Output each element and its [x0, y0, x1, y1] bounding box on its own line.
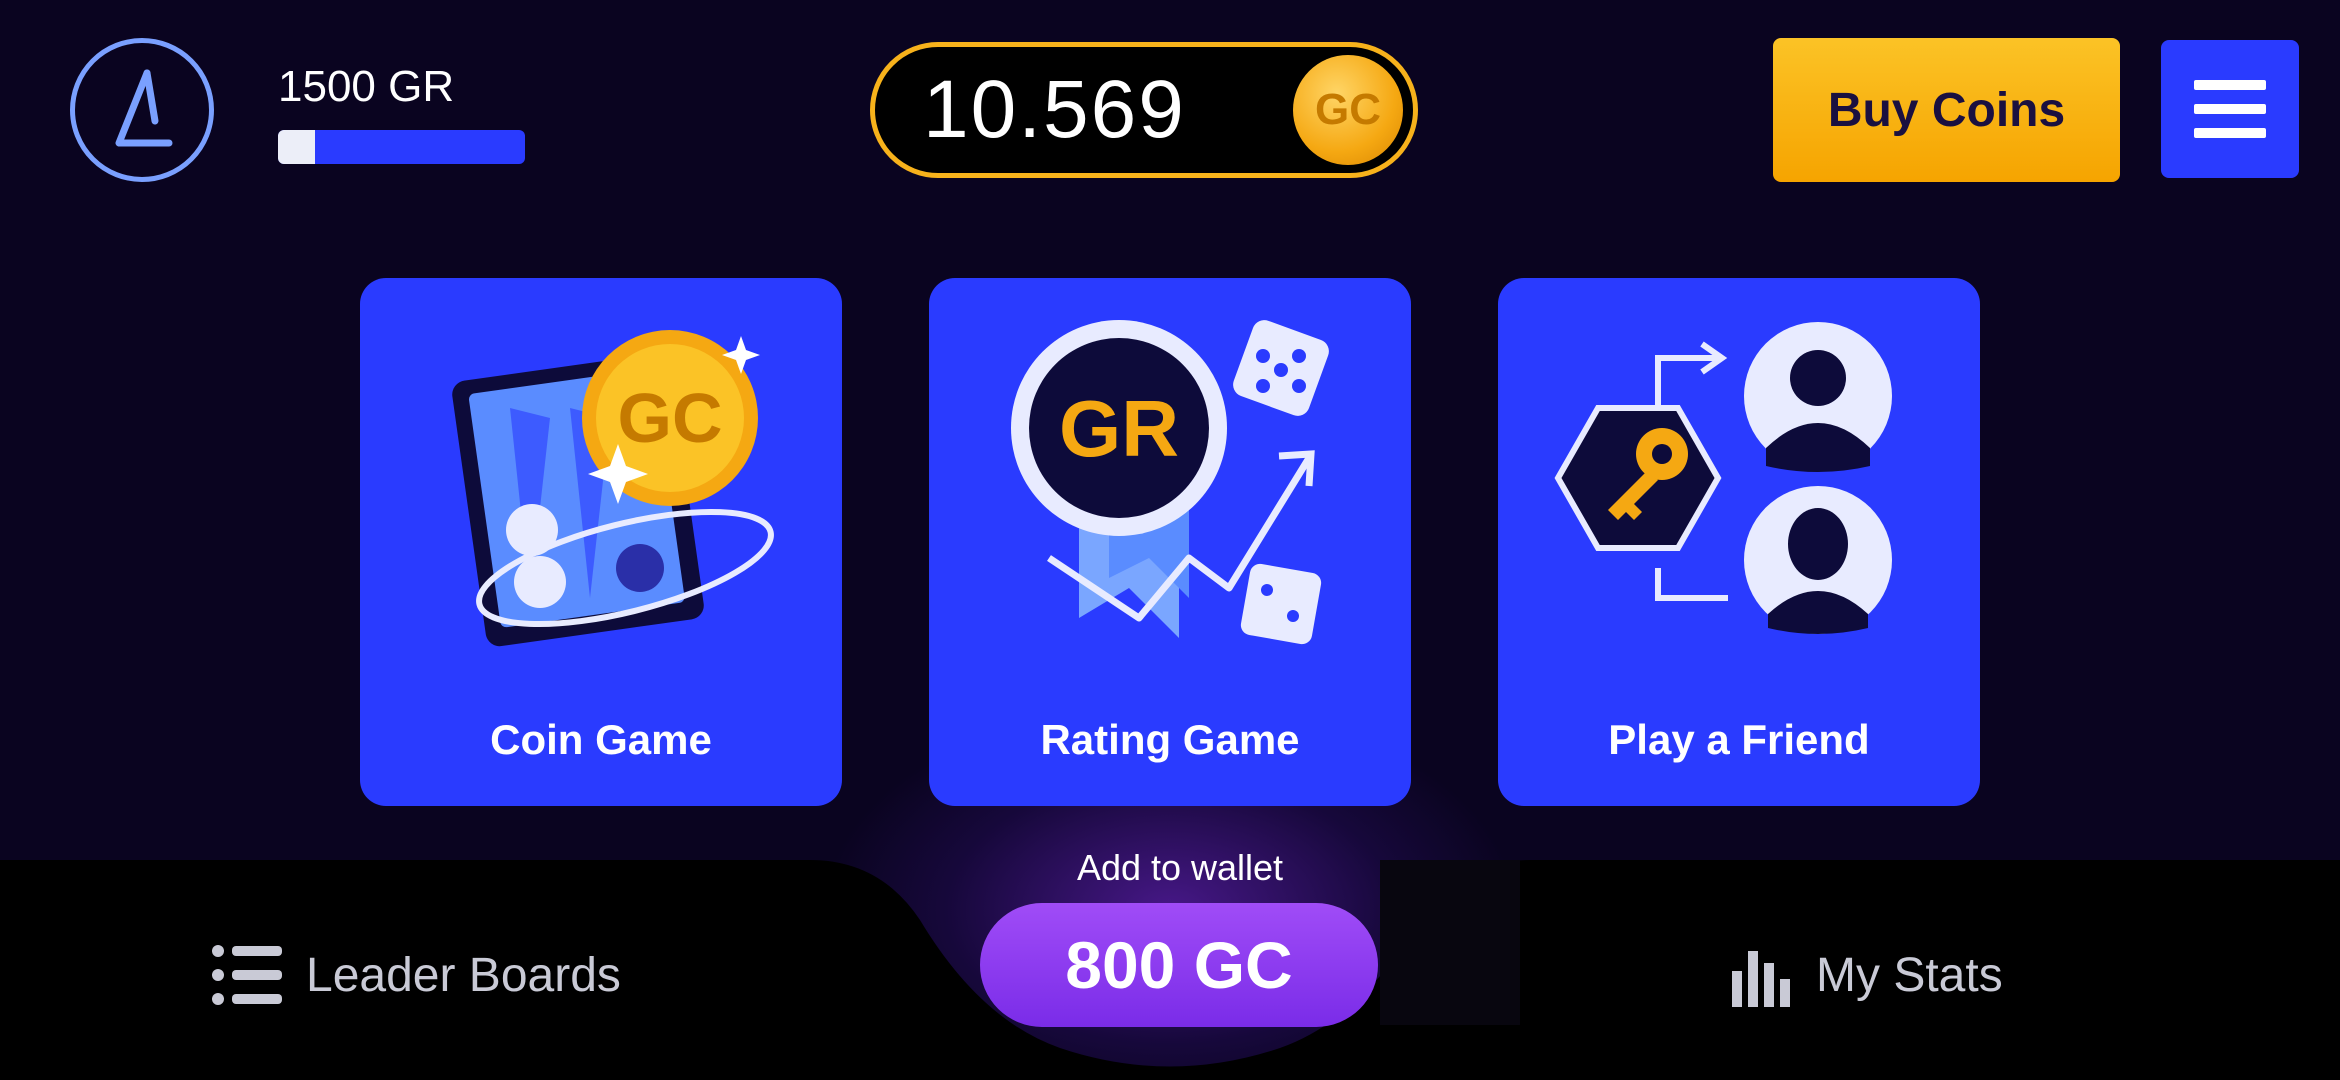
play-friend-card[interactable]: Play a Friend	[1498, 278, 1980, 806]
coin-game-card[interactable]: GC Coin Game	[360, 278, 842, 806]
rating-progress-bar	[278, 130, 525, 164]
add-to-wallet-label: Add to wallet	[1076, 847, 1284, 888]
menu-button[interactable]	[2161, 40, 2299, 178]
svg-text:GR: GR	[1059, 384, 1179, 473]
svg-text:GC: GC	[618, 379, 723, 457]
rating-game-label: Rating Game	[1040, 716, 1300, 763]
rating-progress-fill	[278, 130, 316, 164]
gc-coin-icon: GC	[1293, 55, 1403, 165]
list-icon	[212, 945, 282, 1005]
rating-value: 1500 GR	[278, 62, 455, 111]
balance-value: 10.569	[923, 64, 1186, 155]
play-friend-icon	[1554, 322, 1892, 634]
coin-game-label: Coin Game	[490, 716, 712, 763]
leaderboards-nav[interactable]: Leader Boards	[210, 940, 621, 1010]
app-logo-icon	[115, 69, 173, 147]
leaderboards-label: Leader Boards	[306, 948, 621, 1002]
bar-chart-icon	[1732, 951, 1790, 1007]
rating-game-card[interactable]: GR Rating Game	[929, 278, 1411, 806]
add-to-wallet-button[interactable]: 800 GC	[980, 903, 1378, 1027]
hamburger-icon	[2194, 80, 2266, 90]
my-stats-label: My Stats	[1816, 948, 2003, 1002]
coin-game-icon: GC	[452, 330, 774, 647]
profile-avatar[interactable]	[70, 38, 214, 182]
my-stats-nav[interactable]: My Stats	[1730, 940, 2003, 1010]
buy-coins-button[interactable]: Buy Coins	[1773, 38, 2120, 182]
coin-balance: 10.569 GC	[870, 42, 1418, 178]
play-friend-label: Play a Friend	[1608, 716, 1870, 763]
rating-game-icon: GR	[1011, 320, 1329, 645]
